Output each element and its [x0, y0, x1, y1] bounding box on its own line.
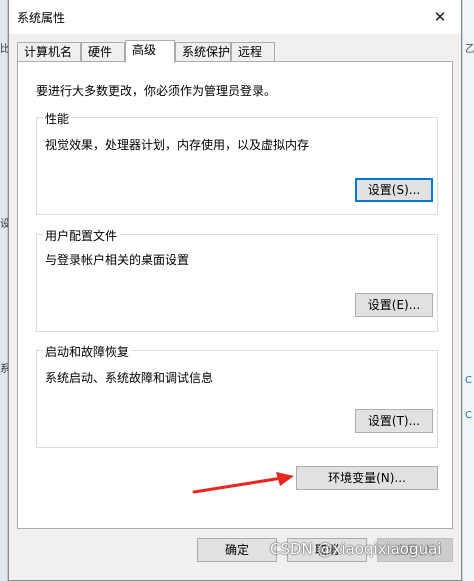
admin-notice: 要进行大多数更改，你必须作为管理员登录。	[36, 84, 277, 98]
startup-recovery-title: 启动和故障恢复	[43, 343, 132, 360]
user-profiles-title: 用户配置文件	[43, 227, 120, 244]
desktop-fragment: 系	[0, 364, 8, 375]
startup-recovery-settings-button[interactable]: 设置(T)...	[355, 409, 433, 433]
desktop-background-right: 乙 C C	[462, 0, 474, 581]
user-profiles-group: 用户配置文件 与登录帐户相关的桌面设置 设置(E)...	[36, 227, 438, 332]
desktop-background-left: 比 设 系	[0, 0, 8, 581]
tab-remote[interactable]: 远程	[231, 42, 275, 62]
tab-system-protection[interactable]: 系统保护	[175, 42, 231, 62]
desktop-fragment: 比	[0, 44, 8, 55]
annotation-arrow	[192, 472, 294, 494]
close-icon: ✕	[433, 8, 447, 26]
startup-recovery-group: 启动和故障恢复 系统启动、系统故障和调试信息 设置(T)...	[36, 343, 438, 448]
tab-computer-name[interactable]: 计算机名	[17, 42, 81, 62]
performance-title: 性能	[43, 110, 72, 127]
performance-group: 性能 视觉效果，处理器计划，内存使用，以及虚拟内存 设置(S)...	[36, 110, 438, 215]
environment-variables-button[interactable]: 环境变量(N)...	[296, 466, 438, 490]
performance-description: 视觉效果，处理器计划，内存使用，以及虚拟内存	[45, 138, 310, 152]
startup-recovery-description: 系统启动、系统故障和调试信息	[45, 371, 214, 385]
title-bar: 系统属性 ✕	[9, 0, 461, 34]
desktop-fragment: 乙	[465, 44, 474, 55]
tab-hardware[interactable]: 硬件	[81, 42, 125, 62]
tab-advanced[interactable]: 高级	[125, 40, 175, 63]
window-title: 系统属性	[17, 11, 66, 25]
ok-button[interactable]: 确定	[197, 538, 277, 562]
desktop-fragment: 设	[0, 219, 8, 230]
advanced-panel: 要进行大多数更改，你必须作为管理员登录。 性能 视觉效果，处理器计划，内存使用，…	[17, 61, 453, 529]
csdn-watermark: CSDN @xiaoqixiaoguai	[270, 540, 442, 558]
desktop-fragment: C	[465, 410, 472, 421]
close-button[interactable]: ✕	[429, 6, 451, 28]
user-profiles-settings-button[interactable]: 设置(E)...	[355, 293, 433, 317]
desktop-fragment: C	[465, 375, 472, 386]
user-profiles-description: 与登录帐户相关的桌面设置	[45, 253, 190, 267]
performance-settings-button[interactable]: 设置(S)...	[355, 178, 433, 202]
